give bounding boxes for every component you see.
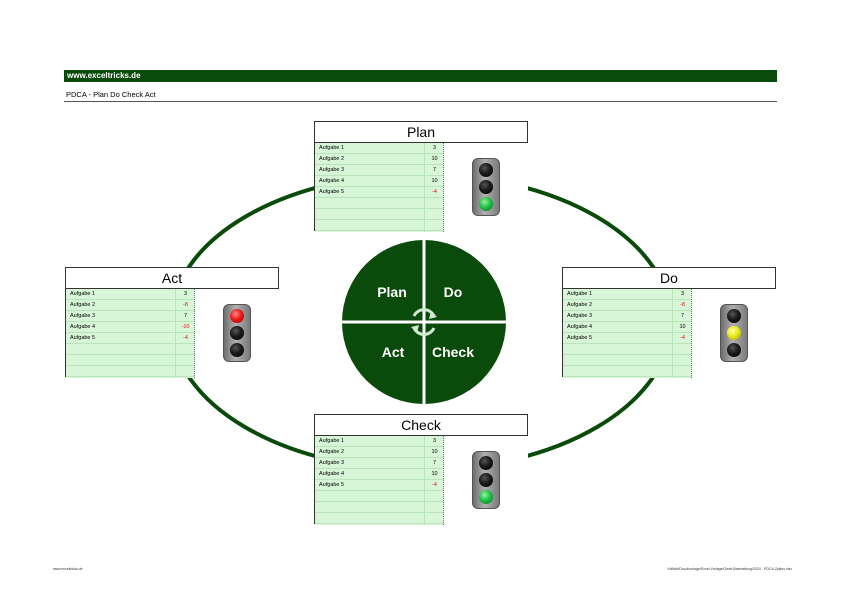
panel-act: Act Aufgabe 1 3 Aufgabe 2 -8 Aufgabe 3 7… <box>65 267 279 378</box>
task-value: -10 <box>181 324 190 330</box>
task-name: Aufgabe 1 <box>70 291 96 297</box>
task-value: 7 <box>432 167 437 173</box>
traffic-light-icon <box>472 158 500 216</box>
traffic-light-area <box>692 289 776 378</box>
task-name: Aufgabe 4 <box>567 324 593 330</box>
lamp-yellow <box>230 326 244 340</box>
task-name: Aufgabe 1 <box>319 438 345 444</box>
task-name: Aufgabe 2 <box>319 156 345 162</box>
task-value: 10 <box>431 449 438 455</box>
task-name: Aufgabe 1 <box>567 291 593 297</box>
task-name: Aufgabe 2 <box>567 302 593 308</box>
lamp-green <box>230 343 244 357</box>
lamp-green <box>479 197 493 211</box>
panel-title: Act <box>66 268 278 289</box>
task-value: 3 <box>183 291 188 297</box>
pdca-label-plan: Plan <box>377 284 407 300</box>
task-value: -4 <box>680 335 685 341</box>
task-table: Aufgabe 1 3 Aufgabe 2 10 Aufgabe 3 7 Auf… <box>315 436 444 525</box>
task-table: Aufgabe 1 3 Aufgabe 2 -8 Aufgabe 3 7 Auf… <box>563 289 692 378</box>
pdca-circle: Plan Do Act Check <box>342 240 506 404</box>
task-value: -8 <box>680 302 685 308</box>
panel-check: Check Aufgabe 1 3 Aufgabe 2 10 Aufgabe 3… <box>314 414 528 525</box>
task-name: Aufgabe 4 <box>319 178 345 184</box>
traffic-light-icon <box>720 304 748 362</box>
task-name: Aufgabe 3 <box>70 313 96 319</box>
task-value: 10 <box>431 178 438 184</box>
task-value: -4 <box>432 482 437 488</box>
task-name: Aufgabe 3 <box>319 460 345 466</box>
lamp-yellow <box>479 180 493 194</box>
lamp-red <box>727 309 741 323</box>
task-name: Aufgabe 5 <box>319 482 345 488</box>
task-name: Aufgabe 4 <box>319 471 345 477</box>
lamp-green <box>479 490 493 504</box>
panel-title: Do <box>563 268 775 289</box>
task-name: Aufgabe 5 <box>567 335 593 341</box>
task-value: 7 <box>680 313 685 319</box>
task-value: 10 <box>431 471 438 477</box>
panel-plan: Plan Aufgabe 1 3 Aufgabe 2 10 Aufgabe 3 … <box>314 121 528 232</box>
pdca-label-check: Check <box>432 344 474 360</box>
task-name: Aufgabe 2 <box>70 302 96 308</box>
traffic-light-area <box>444 143 528 232</box>
task-value: 10 <box>679 324 686 330</box>
task-value: 3 <box>680 291 685 297</box>
lamp-yellow <box>479 473 493 487</box>
footer-site: www.exceltricks.de <box>53 567 83 571</box>
task-table: Aufgabe 1 3 Aufgabe 2 -8 Aufgabe 3 7 Auf… <box>66 289 195 378</box>
panel-title: Check <box>315 415 527 436</box>
footer-file-path: Vollbild/Druckvorlage/Excel-Vorlage/Gant… <box>667 567 792 571</box>
task-name: Aufgabe 3 <box>567 313 593 319</box>
task-name: Aufgabe 5 <box>319 189 345 195</box>
lamp-red <box>230 309 244 323</box>
task-value: -4 <box>183 335 188 341</box>
pdca-label-do: Do <box>444 284 463 300</box>
task-value: 10 <box>431 156 438 162</box>
task-value: 3 <box>432 145 437 151</box>
pdca-label-act: Act <box>382 344 405 360</box>
traffic-light-icon <box>223 304 251 362</box>
traffic-light-area <box>444 436 528 525</box>
task-value: 7 <box>432 460 437 466</box>
task-table: Aufgabe 1 3 Aufgabe 2 10 Aufgabe 3 7 Auf… <box>315 143 444 232</box>
lamp-red <box>479 163 493 177</box>
task-value: -4 <box>432 189 437 195</box>
task-name: Aufgabe 5 <box>70 335 96 341</box>
panel-title: Plan <box>315 122 527 143</box>
task-value: 7 <box>183 313 188 319</box>
task-name: Aufgabe 3 <box>319 167 345 173</box>
task-value: -8 <box>183 302 188 308</box>
lamp-yellow <box>727 326 741 340</box>
task-name: Aufgabe 4 <box>70 324 96 330</box>
traffic-light-icon <box>472 451 500 509</box>
lamp-red <box>479 456 493 470</box>
traffic-light-area <box>195 289 279 378</box>
task-name: Aufgabe 1 <box>319 145 345 151</box>
lamp-green <box>727 343 741 357</box>
task-value: 3 <box>432 438 437 444</box>
panel-do: Do Aufgabe 1 3 Aufgabe 2 -8 Aufgabe 3 7 … <box>562 267 776 378</box>
task-name: Aufgabe 2 <box>319 449 345 455</box>
